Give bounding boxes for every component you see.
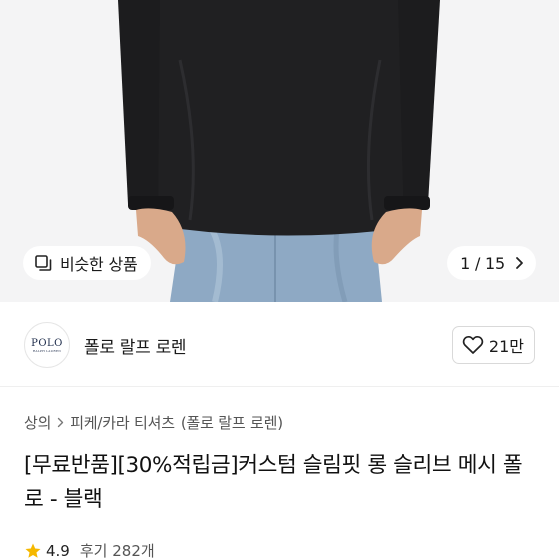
brand-name-link[interactable]: 폴로 랄프 로렌	[84, 333, 187, 358]
similar-items-label: 비슷한 상품	[60, 255, 138, 274]
chevron-right-icon	[57, 417, 64, 428]
page-indicator: 1 / 15	[460, 253, 505, 273]
like-button[interactable]: 21만	[451, 326, 535, 364]
product-title: [무료반품][30%적립금]커스텀 슬림핏 롱 슬리브 메시 폴로 - 블랙	[24, 453, 523, 512]
image-pager-button[interactable]: 1 / 15	[447, 246, 536, 280]
breadcrumb-item-category[interactable]: 피케/카라 티셔츠	[70, 412, 175, 433]
similar-items-icon	[34, 254, 53, 273]
breadcrumb: 상의 피케/카라 티셔츠 (폴로 랄프 로렌)	[24, 412, 283, 433]
seller-row: POLO RALPH LAUREN 폴로 랄프 로렌 21만	[0, 302, 559, 386]
review-count-link[interactable]: 후기 282개	[80, 540, 155, 559]
brand-logo[interactable]: POLO RALPH LAUREN	[24, 322, 70, 368]
breadcrumb-item-top[interactable]: 상의	[24, 412, 51, 433]
similar-items-button[interactable]: 비슷한 상품	[23, 246, 151, 280]
heart-outline-icon	[462, 335, 484, 355]
section-divider	[0, 386, 559, 387]
like-count: 21만	[488, 337, 524, 356]
brand-logo-text: POLO	[31, 337, 63, 349]
rating-summary[interactable]: 4.9 후기 282개	[24, 540, 155, 559]
product-image-gallery[interactable]: 비슷한 상품 1 / 15	[0, 0, 559, 302]
brand-logo-subtext: RALPH LAUREN	[32, 348, 62, 353]
chevron-right-icon	[515, 256, 524, 270]
star-icon	[24, 542, 42, 559]
rating-value: 4.9	[46, 541, 70, 559]
breadcrumb-item-brand[interactable]: (폴로 랄프 로렌)	[181, 412, 283, 433]
